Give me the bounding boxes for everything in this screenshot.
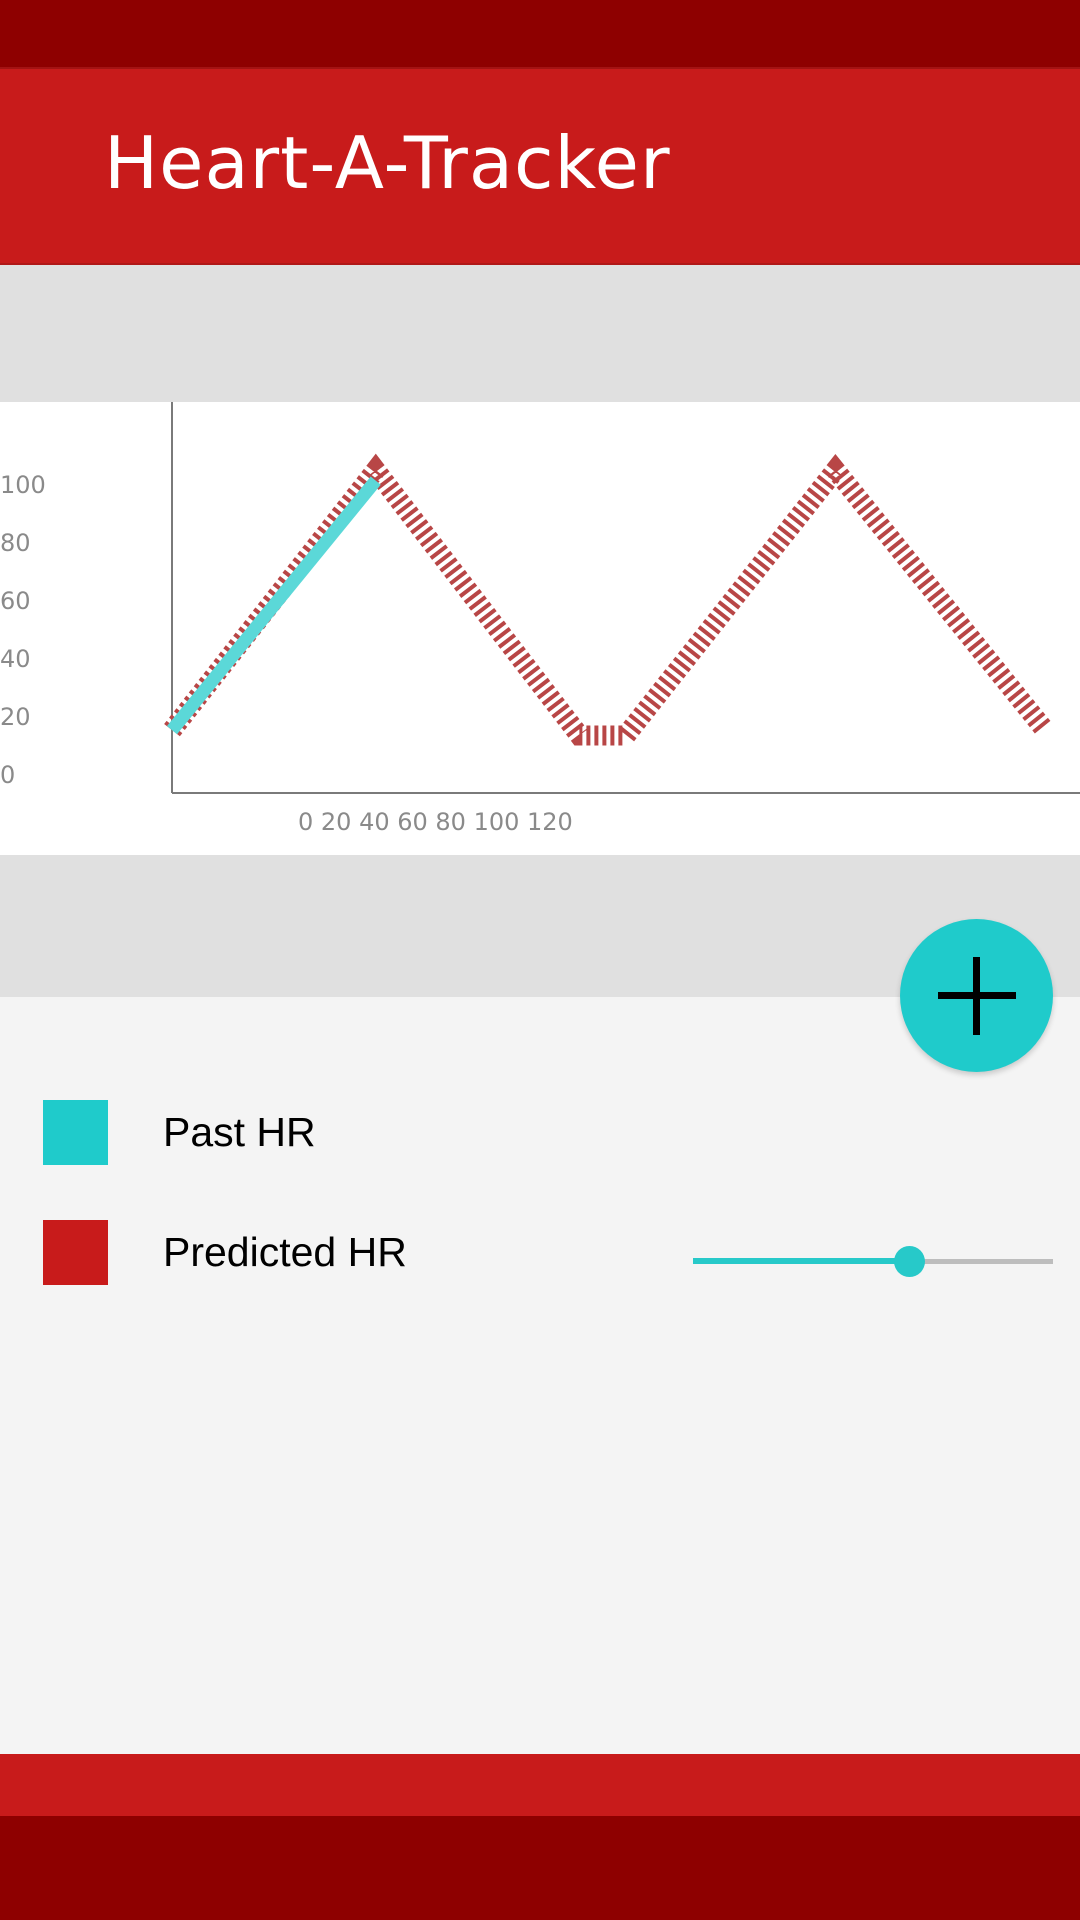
series-line-past-hr: [166, 476, 381, 735]
heart-rate-chart: 0 20 40 60 80 100 0 20 40 60 80 100 120: [0, 402, 1080, 855]
seekbar-slider[interactable]: [693, 1245, 1053, 1279]
legend-item-past-hr: Past HR: [0, 1100, 700, 1166]
y-tick-label: 80: [0, 529, 31, 557]
status-bar: [0, 0, 1080, 67]
legend-swatch-predicted-hr: [43, 1220, 108, 1285]
app-bar: Heart-A-Tracker: [0, 67, 1080, 265]
app-screen: Heart-A-Tracker 0 20 40 60 80 100 0 20 40 60 …: [0, 0, 1080, 1920]
y-axis-ticks: 0 20 40 60 80 100: [0, 471, 46, 789]
legend-label-past-hr: Past HR: [163, 1109, 316, 1155]
plus-icon-vertical: [973, 957, 980, 1035]
slider-thumb[interactable]: [894, 1246, 925, 1277]
app-title: Heart-A-Tracker: [104, 121, 671, 205]
legend-item-predicted-hr: Predicted HR: [0, 1220, 700, 1286]
slider-fill: [693, 1258, 909, 1264]
legend-swatch-past-hr: [43, 1100, 108, 1165]
y-tick-label: 0: [0, 761, 15, 789]
chart-top-band: [0, 265, 1080, 402]
y-tick-label: 100: [0, 471, 46, 499]
y-tick-label: 60: [0, 587, 31, 615]
y-tick-label: 40: [0, 645, 31, 673]
chart-series: [164, 453, 1053, 746]
add-fab-button[interactable]: [900, 919, 1053, 1072]
bottom-red-strip: [0, 1754, 1080, 1816]
legend-label-predicted-hr: Predicted HR: [163, 1229, 407, 1275]
navigation-bar: [0, 1816, 1080, 1920]
series-line-predicted-hr: [164, 453, 1053, 746]
x-axis-tick-labels: 0 20 40 60 80 100 120: [298, 808, 573, 836]
heart-rate-chart-svg: 0 20 40 60 80 100 0 20 40 60 80 100 120: [0, 402, 1080, 836]
y-tick-label: 20: [0, 703, 31, 731]
